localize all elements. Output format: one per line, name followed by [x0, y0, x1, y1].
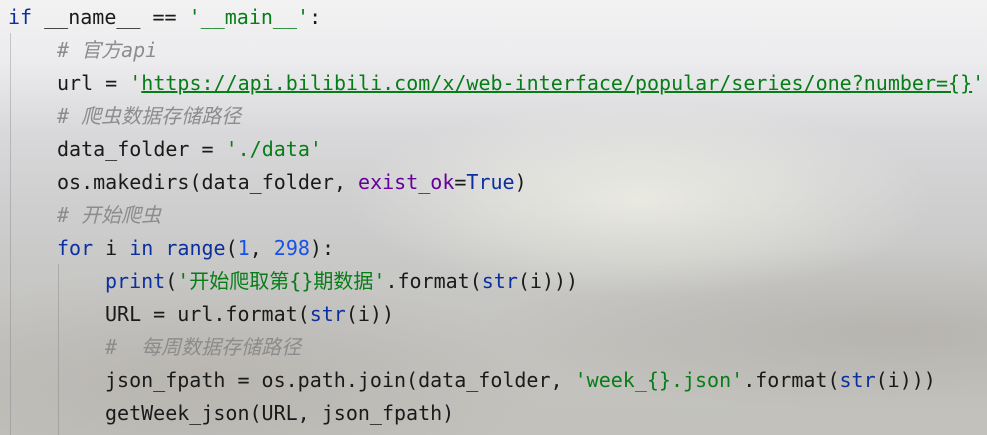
quote-open: ' — [129, 71, 142, 95]
format-call: .format( — [385, 269, 482, 293]
keyword-if: if — [8, 5, 33, 29]
colon: : — [309, 5, 322, 29]
string-data-path: './data' — [225, 137, 322, 161]
code-line-7[interactable]: # 开始爬虫 — [57, 199, 161, 232]
args-close: (i))) — [517, 269, 579, 293]
code-editor[interactable]: if __name__ == '__main__': # 官方api url =… — [0, 0, 987, 435]
assign-url-formatted: URL = url.format( — [105, 302, 310, 326]
close-paren-colon: ): — [309, 236, 335, 260]
comment-weekly-path: # 每周数据存储路径 — [105, 335, 302, 359]
code-line-12[interactable]: json_fpath = os.path.join(data_folder, '… — [105, 364, 936, 397]
string-start-message: '开始爬取第{}期数据' — [177, 269, 386, 293]
code-line-1[interactable]: if __name__ == '__main__': — [8, 1, 321, 34]
keyword-in: in — [129, 236, 154, 260]
string-main: '__main__' — [188, 5, 310, 29]
comma: , — [249, 236, 274, 260]
string-week-json: 'week_{}.json' — [574, 368, 744, 392]
builtin-str: str — [839, 368, 876, 392]
comment-official-api: # 官方api — [57, 38, 158, 62]
indent-guide-level-1 — [10, 33, 11, 435]
assign-json-fpath: json_fpath = os.path.join(data_folder, — [105, 368, 575, 392]
close-paren: ) — [514, 170, 527, 194]
builtin-str: str — [309, 302, 346, 326]
code-line-3[interactable]: url = 'https://api.bilibili.com/x/web-in… — [57, 67, 984, 100]
indent-guide-level-2 — [58, 264, 59, 435]
api-url-link[interactable]: https://api.bilibili.com/x/web-interface… — [141, 71, 972, 95]
builtin-range: range — [165, 236, 226, 260]
number-end: 298 — [273, 236, 310, 260]
quote-close: ' — [972, 71, 985, 95]
args-close: (i)) — [345, 302, 394, 326]
getweek-json-call: getWeek_json(URL, json_fpath) — [105, 401, 455, 425]
open-paren: ( — [165, 269, 178, 293]
comment-start-crawl: # 开始爬虫 — [57, 203, 162, 227]
equals-sign: = — [454, 170, 467, 194]
assign-url: url = — [57, 71, 130, 95]
code-line-5[interactable]: data_folder = './data' — [57, 133, 322, 166]
code-line-9[interactable]: print('开始爬取第{}期数据'.format(str(i))) — [105, 265, 578, 298]
builtin-str: str — [481, 269, 518, 293]
code-line-4[interactable]: # 爬虫数据存储路径 — [57, 100, 241, 133]
builtin-print: print — [105, 269, 166, 293]
code-line-13[interactable]: getWeek_json(URL, json_fpath) — [105, 397, 454, 430]
open-paren: ( — [225, 236, 238, 260]
value-true: True — [466, 170, 515, 194]
makedirs-call: os.makedirs(data_folder, — [57, 170, 359, 194]
code-line-8[interactable]: for i in range(1, 298): — [57, 232, 334, 265]
code-line-6[interactable]: os.makedirs(data_folder, exist_ok=True) — [57, 166, 527, 199]
comment-data-path: # 爬虫数据存储路径 — [57, 104, 242, 128]
number-start: 1 — [237, 236, 250, 260]
loop-var: i — [93, 236, 130, 260]
assign-data-folder: data_folder = — [57, 137, 226, 161]
kwarg-exist-ok: exist_ok — [358, 170, 455, 194]
code-line-10[interactable]: URL = url.format(str(i)) — [105, 298, 394, 331]
keyword-for: for — [57, 236, 94, 260]
code-line-2[interactable]: # 官方api — [57, 34, 157, 67]
code-line-11[interactable]: # 每周数据存储路径 — [105, 331, 301, 364]
condition-text: __name__ == — [32, 5, 189, 29]
args-close: (i))) — [875, 368, 936, 392]
format-call: .format( — [743, 368, 840, 392]
